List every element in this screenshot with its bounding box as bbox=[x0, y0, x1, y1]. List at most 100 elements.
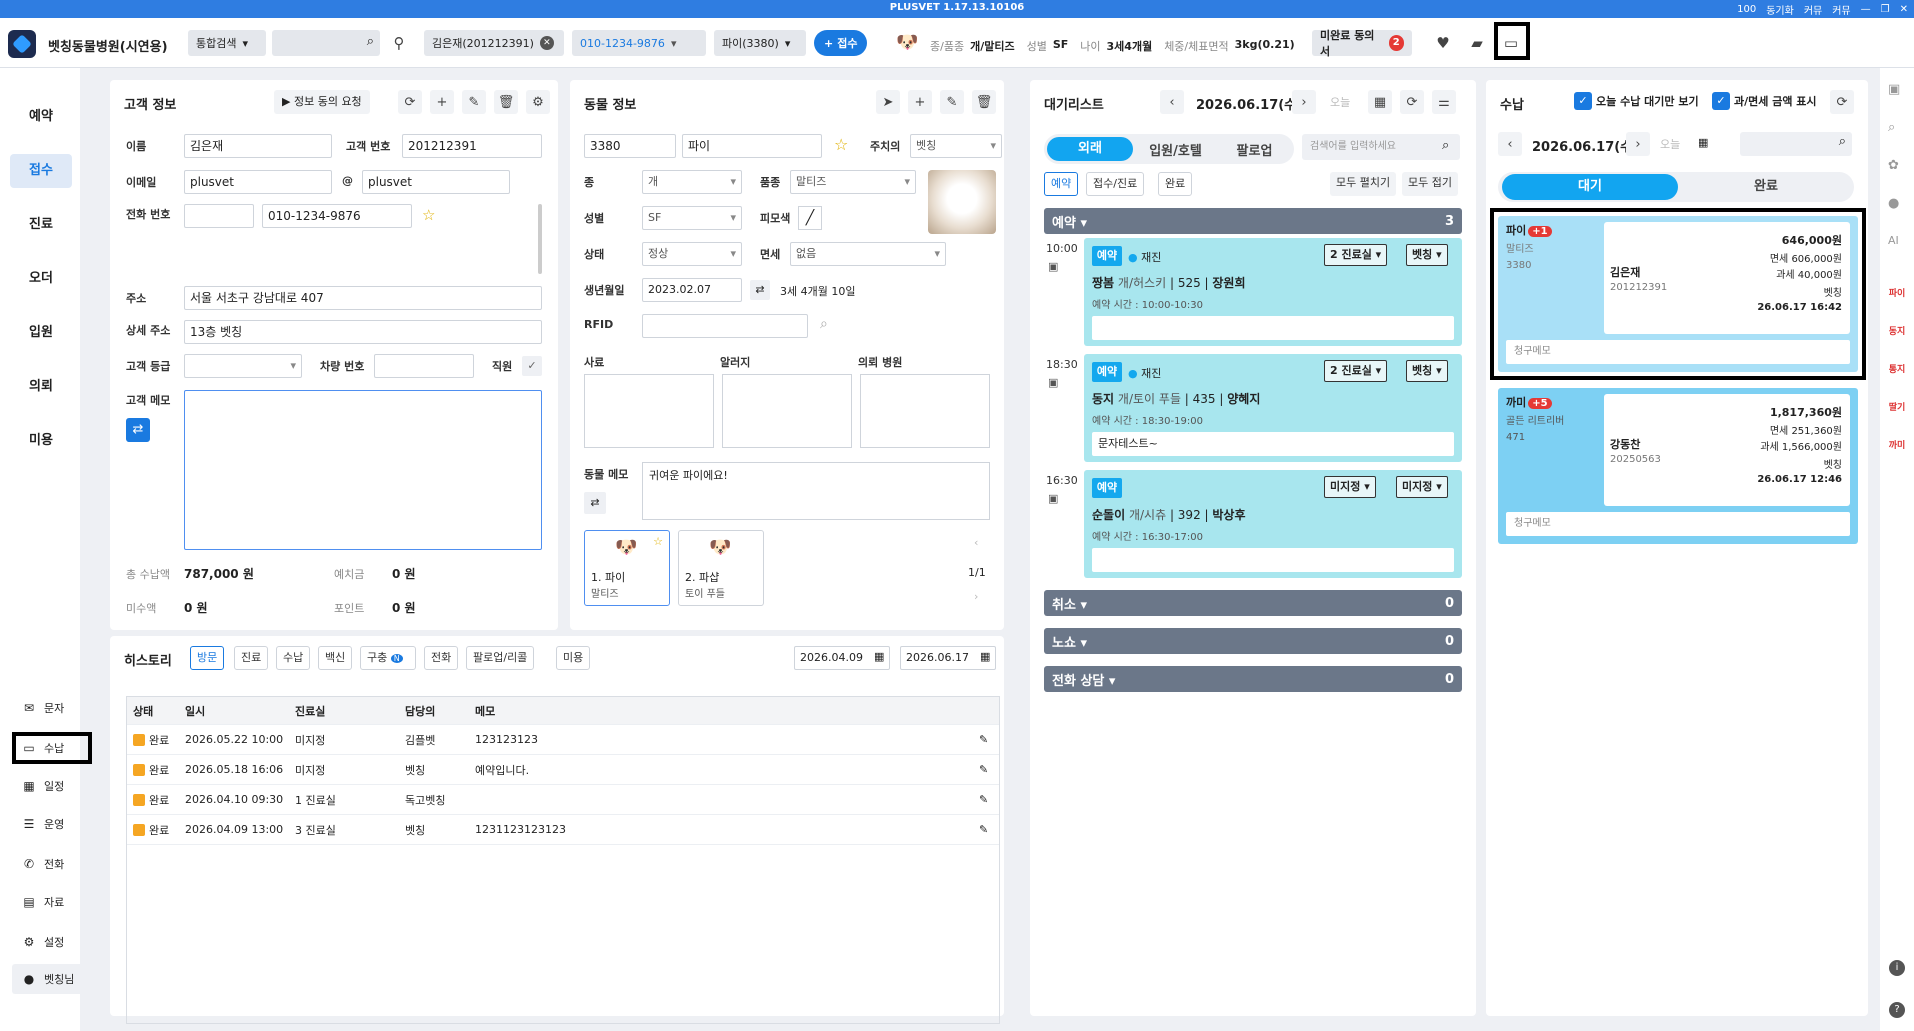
nav-sms[interactable]: ✉ 문자 bbox=[22, 700, 64, 716]
search-input[interactable]: ⌕ bbox=[272, 30, 380, 56]
pet-chip[interactable]: 파이(3380) ▾ bbox=[714, 30, 806, 56]
pet-card-1[interactable]: 🐶 ☆ 1. 파이 말티즈 bbox=[584, 530, 670, 606]
payment-calendar-icon[interactable]: ▦ bbox=[1698, 136, 1708, 149]
table-row[interactable]: 완료 2026.05.22 10:00 미지정 김플벳 123123123 ✎ bbox=[127, 725, 999, 755]
recent-pet-1[interactable]: 파이 bbox=[1886, 286, 1908, 299]
tab-followup[interactable]: 팔로업/리콜 bbox=[466, 646, 535, 670]
payment-search-input[interactable]: ⌕ bbox=[1740, 132, 1852, 156]
user-search-icon[interactable]: ⌕ bbox=[1888, 120, 1895, 135]
animal-memo-textarea[interactable]: 귀여운 파이에요! bbox=[642, 462, 990, 520]
recent-pet-4[interactable]: 딸기 bbox=[1886, 400, 1908, 413]
delete-icon[interactable]: 🗑 bbox=[494, 90, 518, 114]
appt-memo[interactable] bbox=[1092, 548, 1454, 572]
refresh-icon[interactable]: ⟳ bbox=[398, 90, 422, 114]
nav-user[interactable]: ● 벳칭님 bbox=[12, 964, 86, 994]
email-domain-field[interactable]: plusvet bbox=[362, 170, 510, 194]
animal-star-icon[interactable]: ☆ bbox=[834, 135, 848, 154]
swap-icon[interactable]: ⇄ bbox=[126, 418, 150, 442]
info-icon[interactable]: i bbox=[1889, 960, 1905, 976]
animal-swap-icon[interactable]: ⇄ bbox=[584, 492, 606, 514]
waitlist-refresh-icon[interactable]: ⟳ bbox=[1400, 90, 1424, 114]
vet-dropdown[interactable]: 미지정 ▾ bbox=[1396, 476, 1448, 498]
nav-reservation[interactable]: 예약 bbox=[10, 100, 72, 134]
edit-row-icon[interactable]: ✎ bbox=[979, 823, 999, 836]
appt-memo[interactable]: 문자테스트~ bbox=[1092, 432, 1454, 456]
edit-row-icon[interactable]: ✎ bbox=[979, 763, 999, 776]
tab-treatment[interactable]: 진료 bbox=[234, 646, 269, 670]
nav-data[interactable]: ▤ 자료 bbox=[22, 894, 64, 910]
nav-schedule[interactable]: ▦ 일정 bbox=[22, 778, 64, 794]
phone-field[interactable]: 010-1234-9876 bbox=[262, 204, 412, 228]
edit-animal-icon[interactable]: ✎ bbox=[940, 90, 964, 114]
calendar-from-icon[interactable]: ▦ bbox=[874, 650, 884, 663]
heart-monitor-icon[interactable]: ♥ bbox=[1432, 32, 1454, 54]
subtab-reception[interactable]: 접수/진료 bbox=[1086, 172, 1145, 196]
nav-referral[interactable]: 의뢰 bbox=[10, 370, 72, 404]
phone-chip[interactable]: 010-1234-9876 ▾ bbox=[572, 30, 706, 56]
nav-treatment[interactable]: 진료 bbox=[10, 208, 72, 242]
nav-operation[interactable]: ☰ 운영 bbox=[22, 816, 65, 832]
subtab-complete[interactable]: 완료 bbox=[1158, 172, 1193, 196]
appt-card[interactable]: 예약 ● 재진 2 진료실 ▾ 벳칭 ▾ 동지 개/토이 푸들 | 435 | … bbox=[1084, 354, 1462, 462]
client-chip[interactable]: 김은재(201212391) ✕ bbox=[424, 30, 564, 56]
pet-card-2[interactable]: 🐶 2. 파샵 토이 푸들 bbox=[678, 530, 764, 606]
address2-field[interactable]: 13층 벳칭 bbox=[184, 320, 542, 344]
car-field[interactable] bbox=[374, 354, 474, 378]
appt-card[interactable]: 예약 ● 재진 2 진료실 ▾ 벳칭 ▾ 짱봄 개/허스키 | 525 | 장원… bbox=[1084, 238, 1462, 346]
search-icon[interactable]: ⌕ bbox=[367, 34, 374, 49]
tab-visit[interactable]: 방문 bbox=[190, 646, 225, 670]
cust-no-field[interactable]: 201212391 bbox=[402, 134, 542, 158]
tab-grooming[interactable]: 미용 bbox=[556, 646, 591, 670]
paw-icon[interactable]: ✿ bbox=[1888, 158, 1899, 173]
grade-select[interactable] bbox=[184, 354, 302, 378]
status-select[interactable]: 정상 bbox=[642, 242, 742, 266]
calendar-to-icon[interactable]: ▦ bbox=[980, 650, 990, 663]
collapse-all-button[interactable]: 모두 접기 bbox=[1402, 172, 1458, 196]
appt-memo[interactable] bbox=[1092, 316, 1454, 340]
waitlist-search-input[interactable]: 검색어를 입력하세요 bbox=[1302, 134, 1460, 160]
memo-textarea[interactable] bbox=[184, 390, 542, 550]
tab-phone[interactable]: 전화 bbox=[424, 646, 459, 670]
pager-down-icon[interactable]: › bbox=[974, 590, 978, 603]
today-only-checkbox[interactable]: ✓ 오늘 수납 대기만 보기 bbox=[1574, 92, 1699, 110]
referral-box[interactable] bbox=[860, 374, 990, 448]
restore-icon[interactable]: ❐ bbox=[1881, 4, 1890, 15]
prev-date-icon[interactable]: ‹ bbox=[1160, 90, 1184, 114]
birth-field[interactable]: 2023.02.07 bbox=[642, 278, 742, 302]
ai-icon[interactable]: AI bbox=[1888, 234, 1899, 247]
next-date-icon[interactable]: › bbox=[1292, 90, 1316, 114]
add-animal-icon[interactable]: + bbox=[908, 90, 932, 114]
tab-payment[interactable]: 수납 bbox=[276, 646, 311, 670]
room-dropdown[interactable]: 미지정 ▾ bbox=[1324, 476, 1376, 498]
community-link[interactable]: 커뮤 bbox=[1804, 2, 1822, 17]
tab-followup[interactable]: 팔로업 bbox=[1215, 140, 1294, 159]
room-dropdown[interactable]: 2 진료실 ▾ bbox=[1324, 360, 1388, 382]
filter-icon[interactable]: ⚌ bbox=[1432, 90, 1456, 114]
tab-waiting[interactable]: 대기 bbox=[1502, 174, 1678, 200]
table-row[interactable]: 완료 2026.04.09 13:00 3 진료실 벳칭 1231123123123 … bbox=[127, 815, 999, 845]
today-button[interactable]: 오늘 bbox=[1330, 94, 1350, 110]
breed-select[interactable]: 말티즈 bbox=[790, 170, 916, 194]
pager-up-icon[interactable]: ‹ bbox=[974, 536, 978, 549]
expand-all-button[interactable]: 모두 펼치기 bbox=[1330, 172, 1397, 196]
community-link-2[interactable]: 커뮤 bbox=[1832, 2, 1850, 17]
clear-client-icon[interactable]: ✕ bbox=[539, 36, 554, 50]
add-icon[interactable]: + bbox=[430, 90, 454, 114]
tab-outpatient[interactable]: 외래 bbox=[1047, 137, 1133, 161]
vet-select[interactable]: 벳칭 bbox=[910, 134, 1002, 158]
edit-row-icon[interactable]: ✎ bbox=[979, 793, 999, 806]
phone-prefix-field[interactable] bbox=[184, 204, 254, 228]
nav-grooming[interactable]: 미용 bbox=[10, 424, 72, 458]
calendar-icon[interactable]: ▦ bbox=[1368, 90, 1392, 114]
payment-today[interactable]: 오늘 bbox=[1660, 136, 1680, 152]
chart-no-field[interactable]: 3380 bbox=[584, 134, 676, 158]
vet-dropdown[interactable]: 벳칭 ▾ bbox=[1406, 360, 1448, 382]
nav-inpatient[interactable]: 입원 bbox=[10, 316, 72, 350]
nav-settings[interactable]: ⚙ 설정 bbox=[22, 934, 65, 950]
allergy-box[interactable] bbox=[722, 374, 852, 448]
nav-order[interactable]: 오더 bbox=[10, 262, 72, 296]
pet-star-icon[interactable]: ☆ bbox=[653, 535, 663, 548]
close-icon[interactable]: ✕ bbox=[1900, 4, 1908, 15]
payment-next-icon[interactable]: › bbox=[1626, 132, 1650, 156]
phone-scrollbar[interactable] bbox=[538, 204, 542, 274]
